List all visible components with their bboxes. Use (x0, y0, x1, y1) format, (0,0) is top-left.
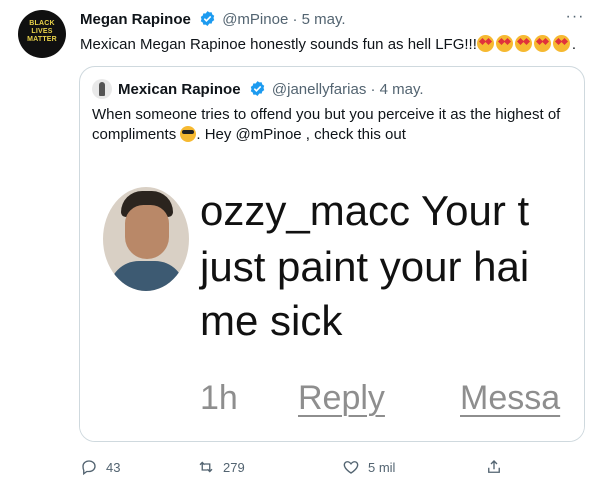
media-text-line2: just paint your hai (200, 243, 530, 290)
tweet-text-tail: . (571, 36, 577, 53)
star-struck-emoji-icon (476, 35, 494, 52)
quoted-tweet-date[interactable]: 4 may. (380, 81, 424, 98)
heart-icon (343, 461, 359, 474)
author-name[interactable]: Megan Rapinoe (80, 11, 191, 28)
media-text-line3: me sick (200, 297, 343, 344)
separator-dot: · (370, 81, 376, 98)
retweet-button[interactable]: 279 (197, 458, 245, 476)
quoted-author-name[interactable]: Mexican Rapinoe (118, 81, 241, 98)
tweet-header: Megan Rapinoe @mPinoe · 5 may. (80, 10, 346, 30)
reply-button[interactable]: 43 (80, 458, 120, 476)
verified-badge-icon (200, 11, 215, 26)
author-handle[interactable]: @mPinoe (222, 11, 288, 28)
action-bar: 43 279 5 mil (80, 458, 590, 478)
share-button[interactable] (485, 458, 503, 476)
star-struck-emoji-icon (552, 35, 570, 52)
star-struck-emoji-icon (495, 35, 513, 52)
like-count: 5 mil (368, 459, 396, 475)
sunglasses-emoji-icon (180, 126, 197, 142)
quoted-author-avatar[interactable] (92, 79, 112, 99)
tweet-text-body: Mexican Megan Rapinoe honestly sounds fu… (80, 36, 477, 53)
media-reply: Reply (298, 379, 385, 417)
more-options-icon[interactable]: ··· (565, 9, 585, 30)
avatar-text: BLACK LIVES MATTER (27, 20, 57, 43)
tweet: BLACK LIVES MATTER Megan Rapinoe @mPinoe ·… (0, 0, 603, 491)
reply-icon (82, 460, 96, 476)
profile-photo (103, 187, 189, 291)
quoted-tweet-text: When someone tries to offend you but you… (92, 105, 572, 145)
verified-badge-icon (250, 81, 264, 96)
quoted-text-line2-b: . Hey @mPinoe , check this out (196, 126, 406, 143)
separator-dot: · (292, 11, 298, 28)
media-message: Messa (460, 379, 561, 417)
media-time: 1h (200, 379, 238, 417)
star-struck-emoji-icon (514, 35, 532, 52)
quoted-author-handle[interactable]: @janellyfarias (272, 81, 366, 98)
quoted-media-image[interactable]: ozzy_macc Your t just paint your hai me … (80, 167, 584, 441)
retweet-icon (199, 461, 213, 473)
retweet-count: 279 (223, 459, 245, 475)
like-button[interactable]: 5 mil (342, 458, 395, 476)
quoted-tweet-header: Mexican Rapinoe @janellyfarias · 4 may. (118, 80, 424, 98)
quoted-tweet[interactable]: Mexican Rapinoe @janellyfarias · 4 may. … (79, 66, 585, 442)
quoted-text-line2-a: compliments (92, 126, 177, 143)
quoted-text-line1: When someone tries to offend you but you… (92, 106, 561, 123)
star-struck-emoji-icon (533, 35, 551, 52)
tweet-text: Mexican Megan Rapinoe honestly sounds fu… (80, 35, 576, 53)
share-icon (488, 460, 500, 473)
author-avatar[interactable]: BLACK LIVES MATTER (18, 10, 66, 58)
media-text-line1: ozzy_macc Your t (200, 187, 530, 234)
reply-count: 43 (106, 459, 121, 475)
tweet-date[interactable]: 5 may. (302, 11, 346, 28)
